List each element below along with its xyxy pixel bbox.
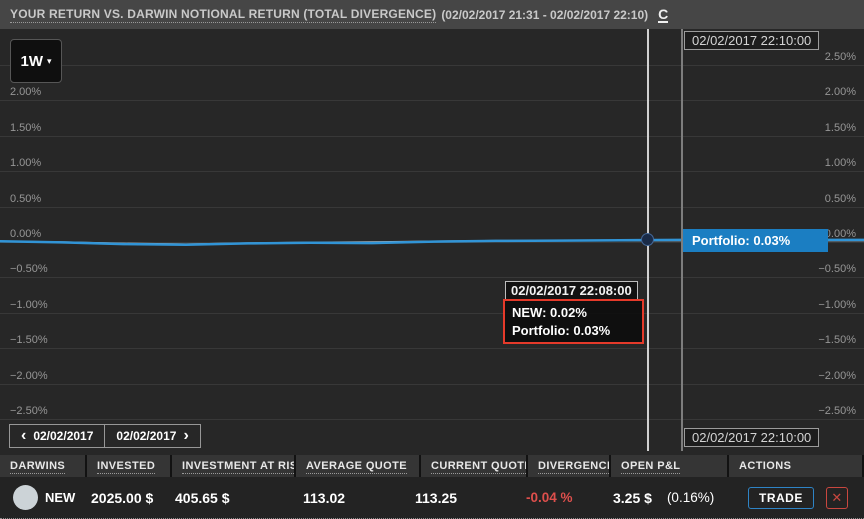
y-axis-label-right: 2.50% xyxy=(825,51,856,64)
crosshair-point-marker xyxy=(641,233,654,246)
cell-darwin: NEW xyxy=(0,485,85,510)
cell-average-quote: 113.02 xyxy=(290,490,413,506)
y-axis-label-left: −1.50% xyxy=(10,334,48,347)
axis-extreme-time-bottom: 02/02/2017 22:10:00 xyxy=(684,428,819,447)
cell-invested: 2025.00 $ xyxy=(85,490,168,506)
open-pl-value: 3.25 $ xyxy=(613,490,652,506)
col-header-invested: INVESTED xyxy=(87,455,170,477)
y-axis-label-right: 0.50% xyxy=(825,193,856,206)
y-axis-label-left: −1.00% xyxy=(10,299,48,312)
y-axis-label-right: 0.00% xyxy=(825,228,856,241)
tooltip-timestamp: 02/02/2017 22:08:00 xyxy=(505,281,638,300)
gridline xyxy=(0,277,864,278)
chevron-right-icon: › xyxy=(183,429,188,443)
gridline xyxy=(0,384,864,385)
cell-investment-at-risk: 405.65 $ xyxy=(168,490,290,506)
gridline xyxy=(0,207,864,208)
chart-area: 2.50% 2.00% 1.50% 1.00% 0.50% 0.00% −0.5… xyxy=(0,29,864,455)
prev-day-label: 02/02/2017 xyxy=(33,429,93,443)
close-position-button[interactable]: ✕ xyxy=(826,487,848,509)
trade-button[interactable]: TRADE xyxy=(748,487,814,509)
y-axis-label-left: −2.00% xyxy=(10,370,48,383)
divergence-value: -0.04 % xyxy=(518,490,573,505)
chevron-down-icon: ▾ xyxy=(47,56,52,67)
tooltip-body: NEW: 0.02% Portfolio: 0.03% xyxy=(503,299,644,344)
table-row: NEW 2025.00 $ 405.65 $ 113.02 113.25 -0.… xyxy=(0,477,864,519)
col-header-investment-at-risk: INVESTMENT AT RISK xyxy=(172,455,294,477)
prev-day-button[interactable]: ‹ 02/02/2017 xyxy=(9,424,105,448)
y-axis-label-right: −2.50% xyxy=(818,405,856,418)
y-axis-label-right: 1.00% xyxy=(825,157,856,170)
axis-extreme-time-top: 02/02/2017 22:10:00 xyxy=(684,31,819,50)
gridline xyxy=(0,65,864,66)
cell-actions: TRADE ✕ xyxy=(715,487,864,509)
gridline xyxy=(0,136,864,137)
y-axis-label-right: −1.00% xyxy=(818,299,856,312)
cell-current-quote: 113.25 xyxy=(413,490,518,506)
timeframe-label: 1W xyxy=(20,53,43,70)
table-header-row: DARWINS INVESTED INVESTMENT AT RISK AVER… xyxy=(0,455,864,477)
timeframe-dropdown-button[interactable]: 1W ▾ xyxy=(10,39,62,83)
col-header-divergence: DIVERGENCE xyxy=(528,455,609,477)
y-axis-label-left: 2.00% xyxy=(10,86,41,99)
col-header-current-quote: CURRENT QUOTE xyxy=(421,455,526,477)
gridline xyxy=(0,100,864,101)
darwin-name[interactable]: NEW xyxy=(45,490,75,505)
col-header-open-pl: OPEN P&L xyxy=(611,455,727,477)
chart-title: YOUR RETURN VS. DARWIN NOTIONAL RETURN (… xyxy=(10,7,436,23)
cell-divergence: -0.04 % xyxy=(518,490,599,505)
y-axis-label-right: 2.00% xyxy=(825,86,856,99)
col-header-actions: ACTIONS xyxy=(729,455,862,477)
y-axis-label-left: −2.50% xyxy=(10,405,48,418)
y-axis-label-left: 0.00% xyxy=(10,228,41,241)
y-axis-label-left: 1.50% xyxy=(10,122,41,135)
cell-open-pl: 3.25 $ (0.16%) xyxy=(599,490,715,506)
y-axis-label-left: 0.50% xyxy=(10,193,41,206)
chart-date-range: (02/02/2017 21:31 - 02/02/2017 22:10) xyxy=(441,8,648,22)
open-pl-percent: (0.16%) xyxy=(667,490,714,505)
tooltip-row-new: NEW: 0.02% xyxy=(512,304,635,322)
tooltip-row-portfolio: Portfolio: 0.03% xyxy=(512,322,635,340)
col-header-average-quote: AVERAGE QUOTE xyxy=(296,455,419,477)
y-axis-label-right: −2.00% xyxy=(818,370,856,383)
y-axis-label-right: −1.50% xyxy=(818,334,856,347)
y-axis-label-left: 1.00% xyxy=(10,157,41,170)
gridline xyxy=(0,419,864,420)
gridline xyxy=(0,171,864,172)
date-navigation: ‹ 02/02/2017 02/02/2017 › xyxy=(9,424,201,448)
next-day-button[interactable]: 02/02/2017 › xyxy=(105,424,200,448)
refresh-icon[interactable]: C xyxy=(658,7,668,23)
gridline xyxy=(0,348,864,349)
chart-header-bar: YOUR RETURN VS. DARWIN NOTIONAL RETURN (… xyxy=(0,0,864,29)
y-axis-label-left: −0.50% xyxy=(10,263,48,276)
darwin-avatar[interactable] xyxy=(13,485,38,510)
col-header-darwins: DARWINS xyxy=(0,455,85,477)
portfolio-last-value-badge: Portfolio: 0.03% xyxy=(683,229,828,252)
y-axis-label-right: −0.50% xyxy=(818,263,856,276)
chevron-left-icon: ‹ xyxy=(21,429,26,443)
next-day-label: 02/02/2017 xyxy=(116,429,176,443)
y-axis-label-right: 1.50% xyxy=(825,122,856,135)
gridline xyxy=(0,313,864,314)
